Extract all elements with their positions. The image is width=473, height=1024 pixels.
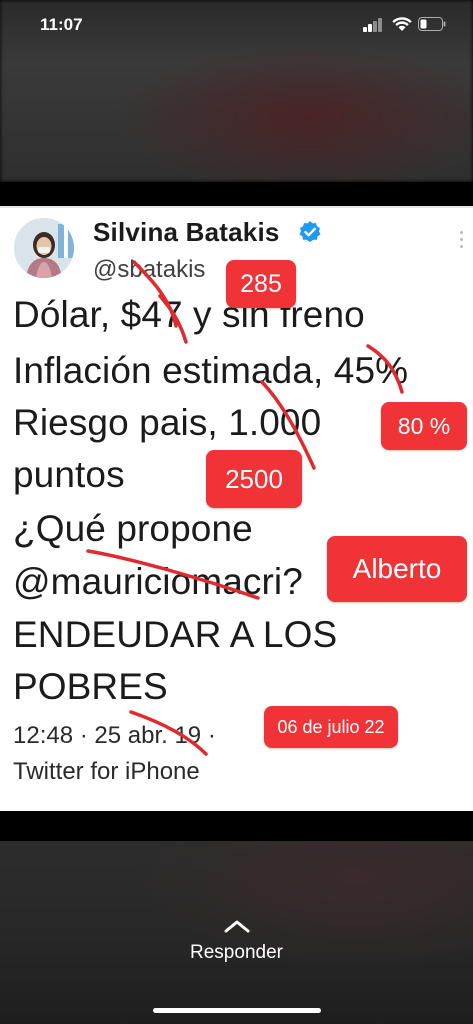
annotation-sticker-285: 285 xyxy=(226,260,296,308)
status-time: 11:07 xyxy=(40,15,83,34)
avatar-image xyxy=(14,218,74,278)
tweet-text-line-4: puntos xyxy=(13,454,125,495)
image-frame-bottom xyxy=(0,811,473,841)
home-indicator[interactable] xyxy=(153,1008,321,1013)
display-name[interactable]: Silvina Batakis xyxy=(93,217,280,248)
tweet-timestamp[interactable]: 12:48 · 25 abr. 19 · xyxy=(13,722,216,750)
image-frame-top xyxy=(0,182,473,206)
tweet-text-line-1: Dólar, $47 y sin freno xyxy=(13,294,365,335)
annotation-sticker-80-percent: 80 % xyxy=(381,402,467,450)
tweet-source[interactable]: Twitter for iPhone xyxy=(13,758,200,786)
chevron-up-icon[interactable] xyxy=(223,918,251,934)
reply-button[interactable]: Responder xyxy=(0,942,473,964)
divider xyxy=(0,206,473,208)
annotation-sticker-alberto: Alberto xyxy=(327,536,467,602)
tweet-text-line-6[interactable]: @mauriciomacri? xyxy=(13,561,303,603)
battery-icon xyxy=(418,17,446,31)
handle[interactable]: @sbatakis xyxy=(93,256,205,284)
tweet-text-line-5: ¿Qué propone xyxy=(13,508,253,549)
cellular-signal-icon xyxy=(363,18,385,32)
avatar xyxy=(14,218,74,278)
more-options-icon[interactable] xyxy=(458,231,464,251)
verified-badge-icon xyxy=(299,221,321,242)
tweet-text-line-2: Inflación estimada, 45% xyxy=(13,350,409,391)
annotation-sticker-date: 06 de julio 22 xyxy=(264,706,398,748)
tweet-text-line-7: ENDEUDAR A LOS xyxy=(13,614,338,655)
wifi-icon xyxy=(392,17,412,31)
tweet-text-line-8: POBRES xyxy=(13,666,168,707)
annotation-sticker-2500: 2500 xyxy=(206,450,302,508)
tweet-text-line-3: Riesgo pais, 1.000 xyxy=(13,402,322,443)
status-bar: 11:07 xyxy=(0,0,473,50)
tweet-screenshot[interactable]: Silvina Batakis @sbatakis Dólar, $47 y s… xyxy=(0,206,473,811)
